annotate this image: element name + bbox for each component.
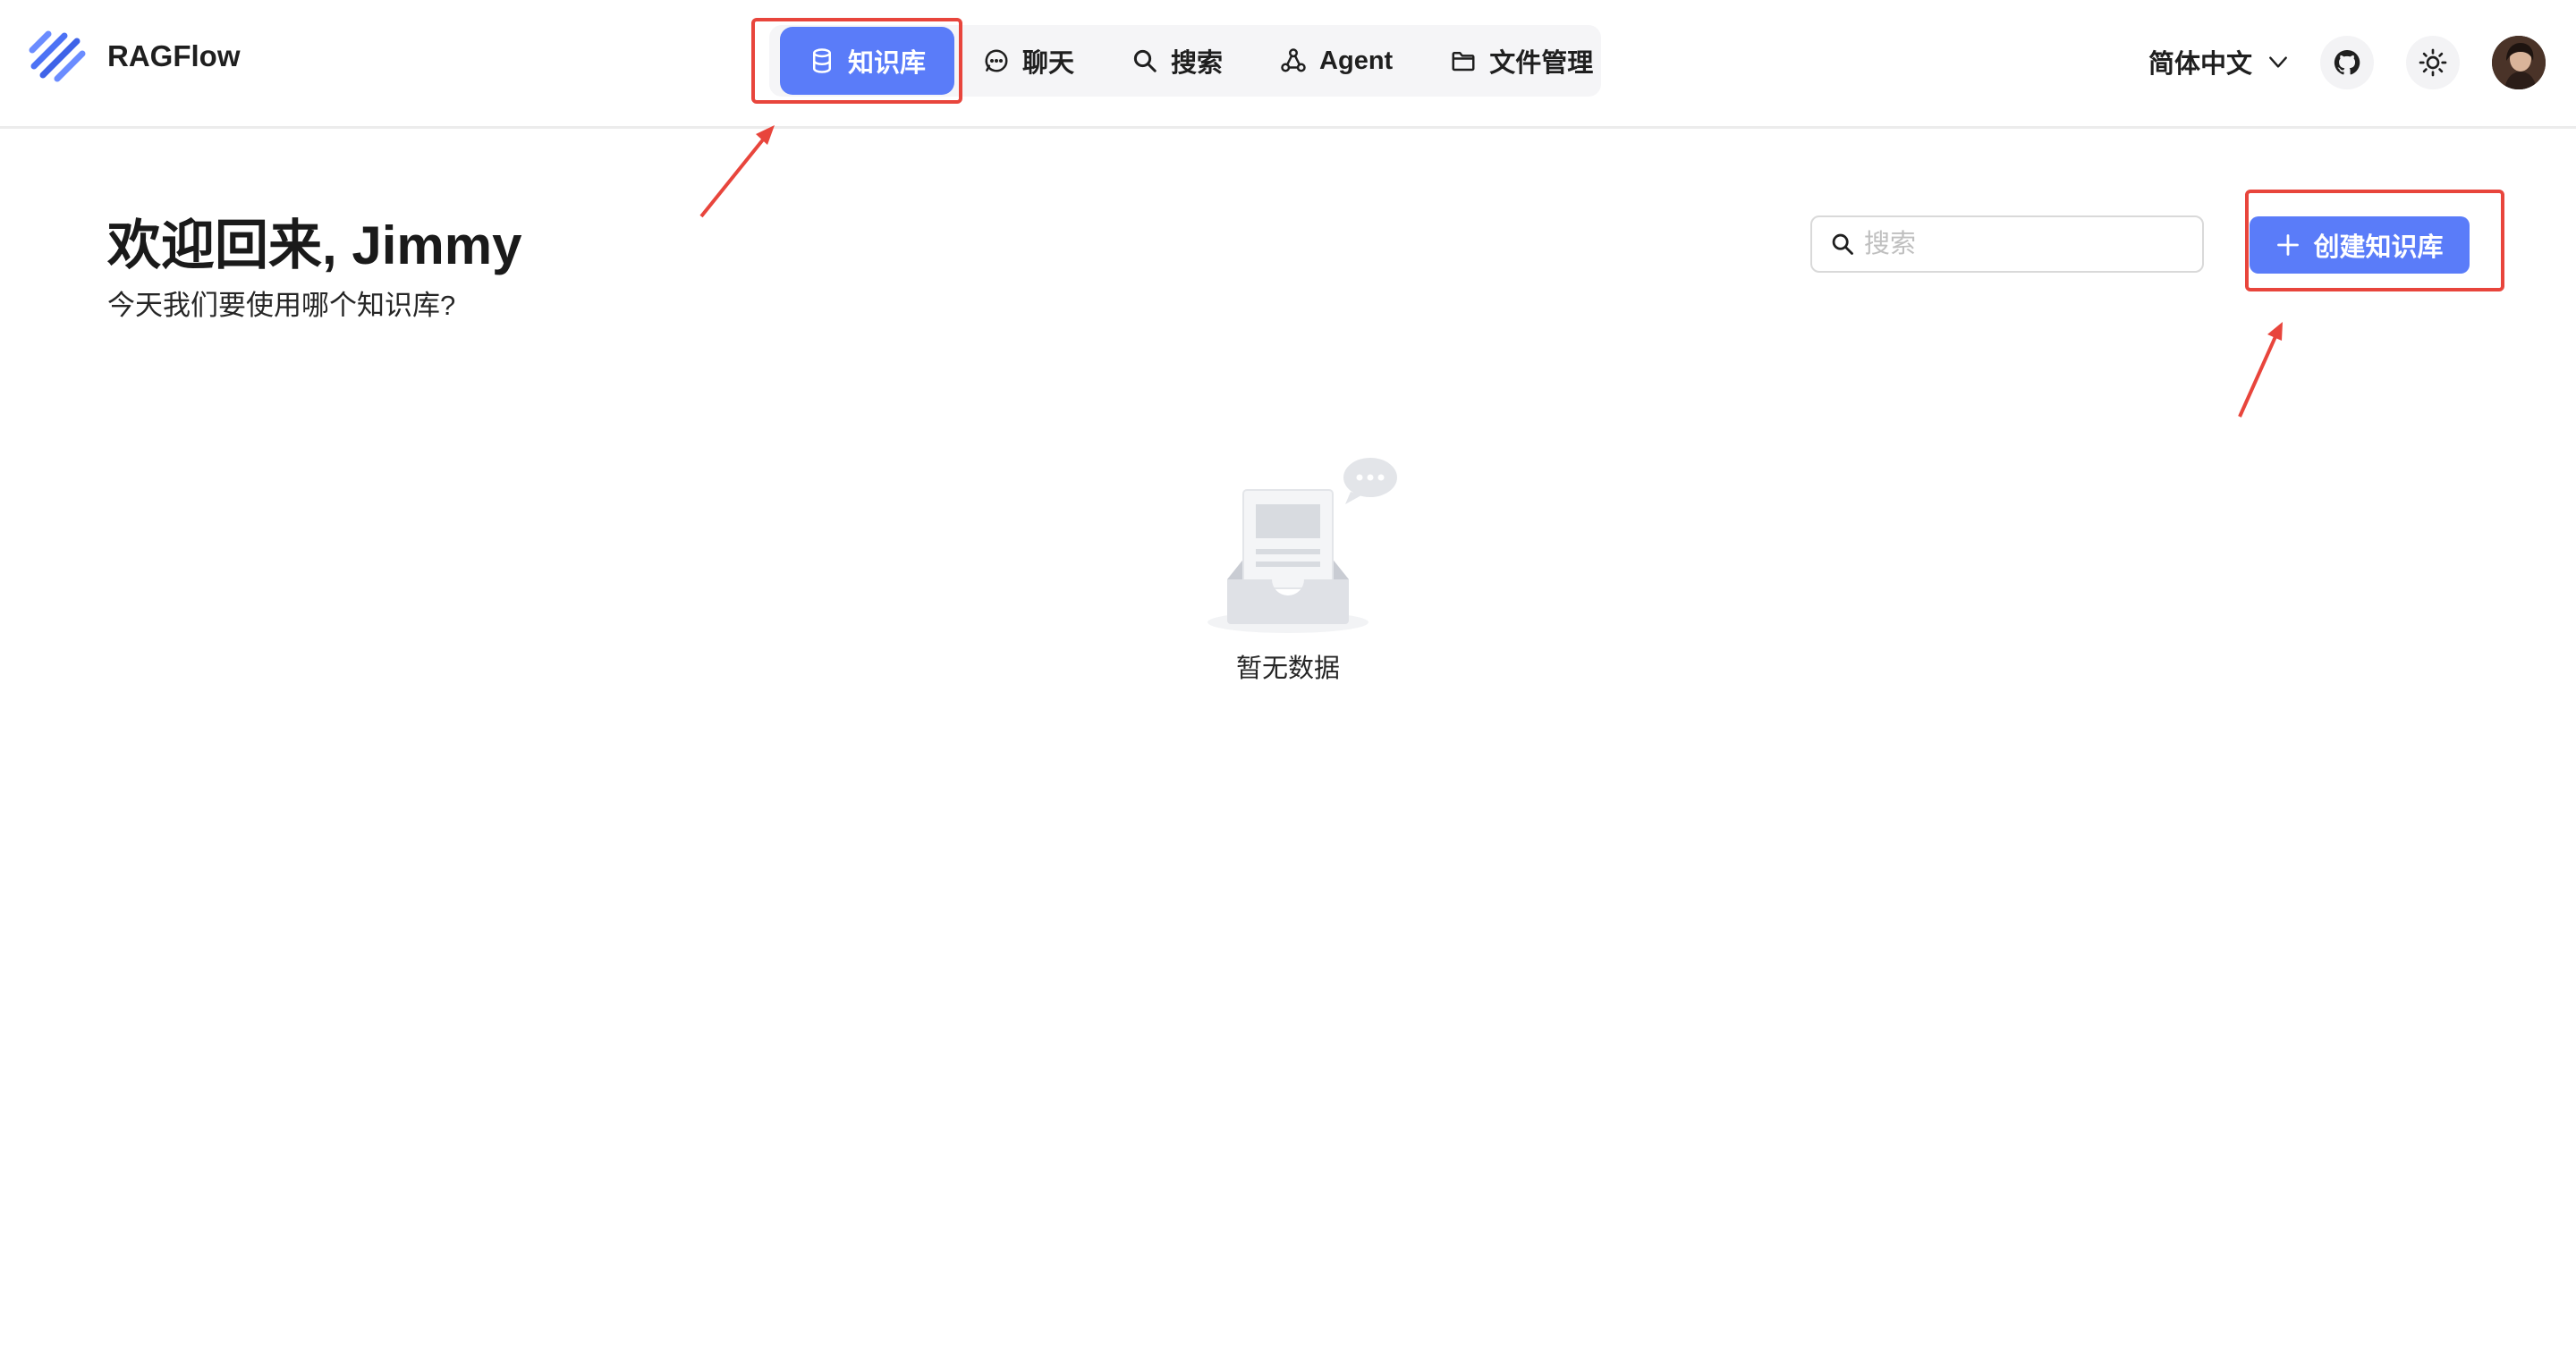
empty-state-illustration — [1204, 447, 1401, 644]
annotation-arrow-create — [2238, 332, 2279, 418]
nav-item-label: 聊天 — [1022, 49, 1075, 78]
user-avatar[interactable] — [2492, 36, 2546, 89]
page-title: 欢迎回来, Jimmy — [107, 215, 522, 275]
search-input[interactable] — [1864, 229, 2186, 259]
search-icon — [1832, 233, 1853, 255]
annotation-arrowhead-create — [2267, 322, 2283, 341]
sun-icon — [2419, 48, 2447, 77]
chevron-down-icon — [2269, 56, 2287, 68]
nav-item-label: 文件管理 — [1489, 49, 1594, 78]
language-selector[interactable]: 简体中文 — [2148, 39, 2290, 84]
top-header: RAGFlow 知识库 聊天 搜索 Agent 文件管理 简体中文 — [0, 0, 2576, 129]
annotation-arrow-nav — [699, 132, 769, 218]
page-subtitle: 今天我们要使用哪个知识库? — [107, 290, 456, 321]
search-icon — [1133, 49, 1157, 72]
knowledge-base-search[interactable] — [1810, 215, 2204, 273]
language-label: 简体中文 — [2148, 50, 2253, 79]
nav-item-agent[interactable]: Agent — [1251, 27, 1421, 95]
github-button[interactable] — [2320, 36, 2374, 89]
empty-state-text: 暂无数据 — [1235, 654, 1340, 683]
nav-item-chat[interactable]: 聊天 — [954, 27, 1103, 95]
agent-graph-icon — [1281, 48, 1306, 72]
nav-item-label: Agent — [1319, 46, 1394, 75]
chat-bubble-icon — [985, 49, 1008, 72]
highlight-box-knowledge-base — [751, 18, 962, 104]
github-icon — [2334, 49, 2360, 75]
nav-item-label: 搜索 — [1171, 49, 1224, 78]
theme-toggle-button[interactable] — [2406, 36, 2460, 89]
folder-icon — [1452, 52, 1475, 72]
nav-item-file-management[interactable]: 文件管理 — [1421, 27, 1622, 95]
nav-item-search[interactable]: 搜索 — [1103, 27, 1251, 95]
ragflow-logo-icon[interactable] — [27, 23, 89, 86]
highlight-box-create-button — [2245, 190, 2504, 291]
brand-name[interactable]: RAGFlow — [107, 34, 240, 79]
